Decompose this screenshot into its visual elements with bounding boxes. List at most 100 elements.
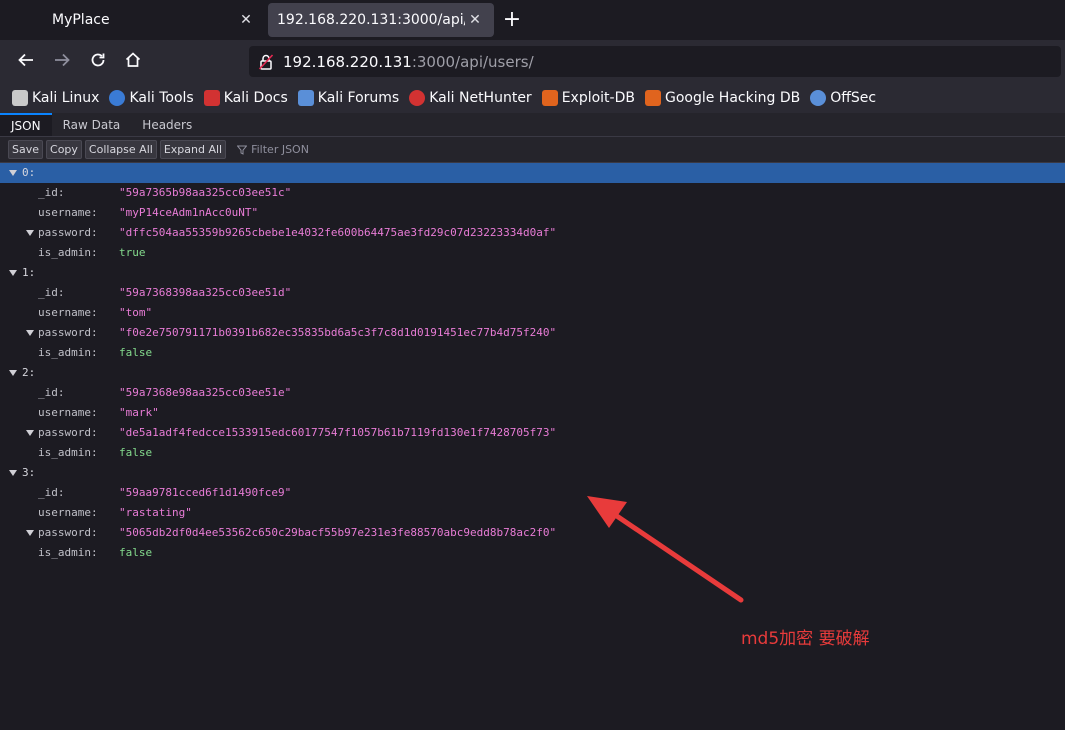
value-id: "59aa9781cced6f1d1490fce9" [119, 486, 292, 499]
close-icon[interactable]: ✕ [466, 11, 484, 29]
tree-row-index[interactable]: 0: [0, 163, 1065, 183]
key-is-admin: is_admin: [38, 446, 98, 459]
bookmark-label: Kali NetHunter [429, 89, 532, 106]
kali-nethunter-icon [409, 89, 426, 106]
bookmark-kali-nethunter[interactable]: Kali NetHunter [409, 89, 532, 106]
reload-icon[interactable] [84, 48, 112, 76]
tree-row-index[interactable]: 1: [0, 263, 1065, 283]
expand-arrow-icon[interactable] [26, 430, 34, 436]
json-viewer-toolbar: Save Copy Collapse All Expand All Filter… [0, 137, 1065, 163]
collapse-all-button[interactable]: Collapse All [84, 140, 157, 159]
tree-row[interactable]: _id: "59aa9781cced6f1d1490fce9" [0, 483, 1065, 503]
array-index: 0: [22, 166, 36, 179]
value-is-admin: true [119, 246, 146, 259]
expand-arrow-icon[interactable] [9, 270, 17, 276]
back-icon[interactable] [12, 48, 40, 76]
expand-all-button[interactable]: Expand All [159, 140, 227, 159]
tree-row[interactable]: password: "f0e2e750791171b0391b682ec3583… [0, 323, 1065, 343]
tab-raw-data[interactable]: Raw Data [52, 113, 132, 136]
tree-row[interactable]: username: "rastating" [0, 503, 1065, 523]
annotation-arrow-icon [587, 496, 744, 603]
tree-row-index[interactable]: 2: [0, 363, 1065, 383]
value-id: "59a7368398aa325cc03ee51d" [119, 286, 292, 299]
tree-row-index[interactable]: 3: [0, 463, 1065, 483]
forward-icon[interactable] [48, 48, 76, 76]
url-path: :3000/api/users/ [411, 52, 534, 71]
value-is-admin: false [119, 346, 153, 359]
expand-arrow-icon[interactable] [9, 170, 17, 176]
save-button[interactable]: Save [8, 140, 44, 159]
tree-row[interactable]: username: "tom" [0, 303, 1065, 323]
value-password: "f0e2e750791171b0391b682ec35835bd6a5c3f7… [119, 326, 557, 339]
key-password: password: [38, 226, 98, 239]
kali-tools-icon [109, 89, 126, 106]
tree-row[interactable]: _id: "59a7365b98aa325cc03ee51c" [0, 183, 1065, 203]
value-is-admin: false [119, 446, 153, 459]
tab-myplace[interactable]: MyPlace ✕ [0, 3, 265, 37]
tree-row[interactable]: username: "myP14ceAdm1nAcc0uNT" [0, 203, 1065, 223]
close-icon[interactable]: ✕ [237, 11, 255, 29]
tree-row[interactable]: username: "mark" [0, 403, 1065, 423]
key-id: _id: [38, 286, 65, 299]
key-id: _id: [38, 486, 65, 499]
tree-row[interactable]: _id: "59a7368398aa325cc03ee51d" [0, 283, 1065, 303]
bookmark-exploit-db[interactable]: Exploit-DB [541, 89, 635, 106]
bookmark-kali-forums[interactable]: Kali Forums [297, 89, 399, 106]
tab-strip: MyPlace ✕ 192.168.220.131:3000/api/users… [0, 0, 1065, 40]
filter-json-input[interactable]: Filter JSON [237, 143, 309, 156]
tree-row[interactable]: is_admin: false [0, 343, 1065, 363]
value-username: "mark" [119, 406, 159, 419]
bookmark-google-hacking-db[interactable]: Google Hacking DB [644, 89, 800, 106]
bookmark-kali-linux[interactable]: Kali Linux [12, 89, 100, 106]
tree-row[interactable]: password: "dffc504aa55359b9265cbebe1e403… [0, 223, 1065, 243]
bookmark-label: Kali Linux [32, 89, 100, 106]
filter-icon [237, 145, 248, 155]
bookmarks-toolbar: Kali Linux Kali Tools Kali Docs Kali For… [0, 82, 1065, 113]
key-username: username: [38, 306, 98, 319]
expand-arrow-icon[interactable] [26, 530, 34, 536]
url-host: 192.168.220.131 [283, 52, 412, 71]
bookmark-kali-tools[interactable]: Kali Tools [109, 89, 194, 106]
kali-docs-icon [203, 89, 220, 106]
json-tree: 0: _id: "59a7365b98aa325cc03ee51c" usern… [0, 163, 1065, 730]
copy-button[interactable]: Copy [46, 140, 82, 159]
bookmark-offsec[interactable]: OffSec [810, 89, 877, 106]
key-is-admin: is_admin: [38, 246, 98, 259]
tree-row[interactable]: password: "de5a1adf4fedcce1533915edc6017… [0, 423, 1065, 443]
tab-json[interactable]: JSON [0, 113, 52, 136]
bookmark-label: OffSec [830, 89, 877, 106]
tab-api-users[interactable]: 192.168.220.131:3000/api/users/ ✕ [268, 3, 494, 37]
kali-forums-icon [297, 89, 314, 106]
value-password: "dffc504aa55359b9265cbebe1e4032fe600b644… [119, 226, 557, 239]
tab-headers[interactable]: Headers [131, 113, 203, 136]
tree-row[interactable]: is_admin: false [0, 543, 1065, 563]
key-username: username: [38, 506, 98, 519]
value-password: "5065db2df0d4ee53562c650c29bacf55b97e231… [119, 526, 557, 539]
tree-row[interactable]: _id: "59a7368e98aa325cc03ee51e" [0, 383, 1065, 403]
navigation-bar: 192.168.220.131:3000/api/users/ [0, 40, 1065, 82]
bookmark-kali-docs[interactable]: Kali Docs [203, 89, 288, 106]
expand-arrow-icon[interactable] [26, 330, 34, 336]
exploit-db-icon [541, 89, 558, 106]
value-is-admin: false [119, 546, 153, 559]
value-password: "de5a1adf4fedcce1533915edc60177547f1057b… [119, 426, 557, 439]
key-id: _id: [38, 386, 65, 399]
bookmark-label: Exploit-DB [561, 89, 635, 106]
new-tab-icon[interactable]: + [500, 7, 524, 33]
tree-row[interactable]: is_admin: true [0, 243, 1065, 263]
array-index: 1: [22, 266, 36, 279]
expand-arrow-icon[interactable] [9, 370, 17, 376]
url-bar[interactable]: 192.168.220.131:3000/api/users/ [249, 46, 1061, 77]
key-password: password: [38, 526, 98, 539]
tree-row[interactable]: is_admin: false [0, 443, 1065, 463]
insecure-lock-icon[interactable] [259, 53, 273, 70]
key-password: password: [38, 426, 98, 439]
annotation-text: md5加密 要破解 [741, 629, 870, 649]
tree-row[interactable]: password: "5065db2df0d4ee53562c650c29bac… [0, 523, 1065, 543]
value-id: "59a7365b98aa325cc03ee51c" [119, 186, 292, 199]
expand-arrow-icon[interactable] [26, 230, 34, 236]
value-username: "rastating" [119, 506, 192, 519]
home-icon[interactable] [119, 48, 147, 76]
array-index: 2: [22, 366, 36, 379]
expand-arrow-icon[interactable] [9, 470, 17, 476]
